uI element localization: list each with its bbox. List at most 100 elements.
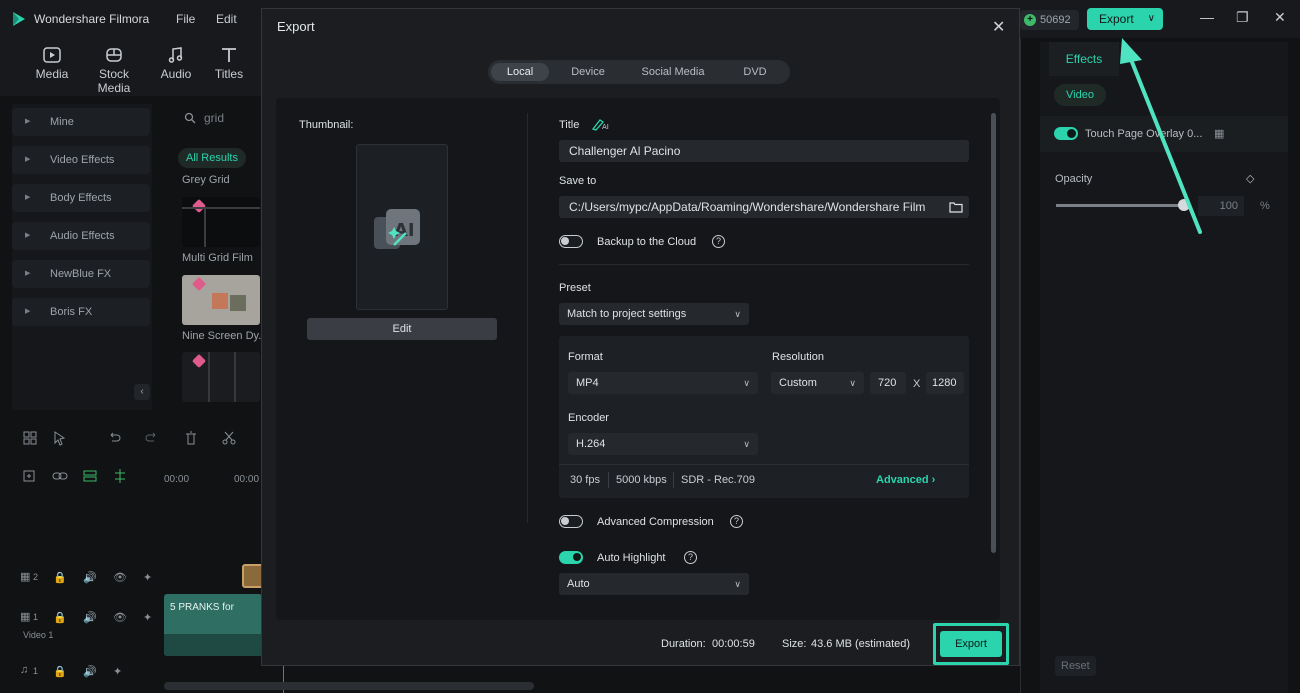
music-note-icon [168,47,183,63]
sidebar-item-audio-effects[interactable]: ▶ Audio Effects [12,222,150,250]
tab-social-media[interactable]: Social Media [628,63,718,81]
library-thumbnail[interactable] [182,275,260,325]
eye-icon[interactable]: 👁 [113,611,127,624]
resolution-width-input[interactable]: 720 [870,372,906,394]
sidebar-item-boris-fx[interactable]: ▶ Boris FX [12,298,150,326]
sidebar-item-newblue-fx[interactable]: ▶ NewBlue FX [12,260,150,288]
top-export-label: Export [1099,12,1134,26]
tab-stock-media-label: Stock Media [97,67,131,95]
scissors-icon[interactable] [221,430,237,446]
tab-audio-label: Audio [160,67,192,81]
expand-icon: ▶ [25,308,31,315]
chevron-right-icon: › [931,474,936,486]
effect-settings-icon[interactable]: ▦ [1214,127,1224,140]
help-icon[interactable]: ? [684,551,697,564]
resolution-select[interactable]: Custom ∨ [771,372,864,394]
reset-button[interactable]: Reset [1055,656,1096,676]
tab-titles[interactable]: Titles [199,46,259,81]
help-icon[interactable]: ? [712,235,725,248]
link-icon[interactable] [52,468,68,484]
magic-icon[interactable]: ✦ [143,571,152,584]
snap-icon[interactable] [112,468,128,484]
backup-toggle[interactable] [559,235,583,248]
advanced-compression-label: Advanced Compression [597,516,714,528]
magic-icon[interactable]: ✦ [113,665,122,678]
menu-edit[interactable]: Edit [216,12,237,26]
advanced-compression-toggle[interactable] [559,515,583,528]
menu-file[interactable]: File [176,12,195,26]
select-tool-icon[interactable] [52,430,68,446]
ai-thumbnail-icon: AI [374,209,420,249]
delete-icon[interactable] [183,430,199,446]
format-select[interactable]: MP4 ∨ [568,372,758,394]
volume-icon[interactable]: 🔊 [83,665,97,678]
title-input[interactable]: Challenger Al Pacino [559,140,969,162]
collapse-sidebar-button[interactable]: ‹ [134,384,150,400]
duration-value: 00:00:59 [712,638,755,650]
close-icon[interactable]: ✕ [992,17,1005,37]
save-to-label: Save to [559,175,597,187]
lock-icon[interactable]: 🔒 [53,665,67,678]
volume-icon[interactable]: 🔊 [83,611,97,624]
tab-dvd[interactable]: DVD [728,63,782,81]
timeline-scrollbar[interactable] [164,682,534,690]
keyframe-diamond-icon[interactable]: ◇ [1246,172,1254,185]
tab-device[interactable]: Device [558,63,618,81]
redo-icon[interactable] [144,430,160,446]
add-track-icon[interactable] [22,468,38,484]
effect-toggle[interactable] [1054,127,1078,140]
library-thumbnail[interactable] [182,197,260,247]
tab-stock-media[interactable]: Stock Media [84,46,144,95]
sidebar-item-mine[interactable]: ▶ Mine [12,108,150,136]
advanced-link[interactable]: Advanced › [876,474,935,486]
expand-icon: ▶ [25,232,31,239]
layout-grid-icon[interactable] [22,430,38,446]
save-to-input[interactable]: C:/Users/mypc/AppData/Roaming/Wondershar… [559,196,969,218]
tab-local[interactable]: Local [491,63,549,81]
preset-select[interactable]: Match to project settings ∨ [559,303,749,325]
credits-value: 50692 [1040,14,1071,26]
preset-label: Preset [559,282,591,294]
magic-icon[interactable]: ✦ [143,611,152,624]
library-item-label: Grey Grid [182,174,230,186]
settings-scrollbar[interactable] [991,113,996,553]
filmora-logo-icon [13,12,25,26]
folder-icon[interactable] [949,201,963,213]
format-divider [559,464,969,465]
lock-icon[interactable]: 🔒 [53,611,67,624]
track-height-icon[interactable] [82,468,98,484]
expand-icon: ▶ [25,156,31,163]
sidebar-item-body-effects[interactable]: ▶ Body Effects [12,184,150,212]
sidebar-item-label: Video Effects [50,154,115,166]
chevron-down-icon[interactable]: ∨ [1148,8,1155,30]
auto-highlight-toggle[interactable] [559,551,583,564]
music-track-icon: ♫ [20,664,29,676]
top-export-button[interactable]: Export ∨ [1087,8,1163,30]
auto-highlight-select[interactable]: Auto ∨ [559,573,749,595]
eye-icon[interactable]: 👁 [113,571,127,584]
minimize-icon[interactable]: — [1200,9,1214,25]
sidebar-item-video-effects[interactable]: ▶ Video Effects [12,146,150,174]
edit-thumbnail-button[interactable]: Edit [307,318,497,340]
all-results-chip[interactable]: All Results [178,148,246,168]
undo-icon[interactable] [106,430,122,446]
ai-pen-icon[interactable]: AI [591,117,611,131]
tab-media[interactable]: Media [22,46,82,81]
restore-icon[interactable]: ❐ [1236,9,1249,26]
auto-highlight-value: Auto [567,578,590,590]
help-icon[interactable]: ? [730,515,743,528]
volume-icon[interactable]: 🔊 [83,571,97,584]
export-button[interactable]: Export [940,631,1002,657]
encoder-select[interactable]: H.264 ∨ [568,433,758,455]
search-input[interactable]: grid [204,111,224,125]
track-label: Video 1 [23,630,54,640]
video-pill[interactable]: Video [1054,84,1106,106]
library-thumbnail[interactable] [182,352,260,402]
credits-badge[interactable]: +50692 [1020,10,1079,30]
close-window-icon[interactable]: ✕ [1274,9,1286,26]
video-clip[interactable]: 5 PRANKS for [164,594,262,656]
lock-icon[interactable]: 🔒 [53,571,67,584]
tab-audio[interactable]: Audio [146,46,206,81]
resolution-height-input[interactable]: 1280 [926,372,964,394]
opacity-unit: % [1260,200,1270,212]
